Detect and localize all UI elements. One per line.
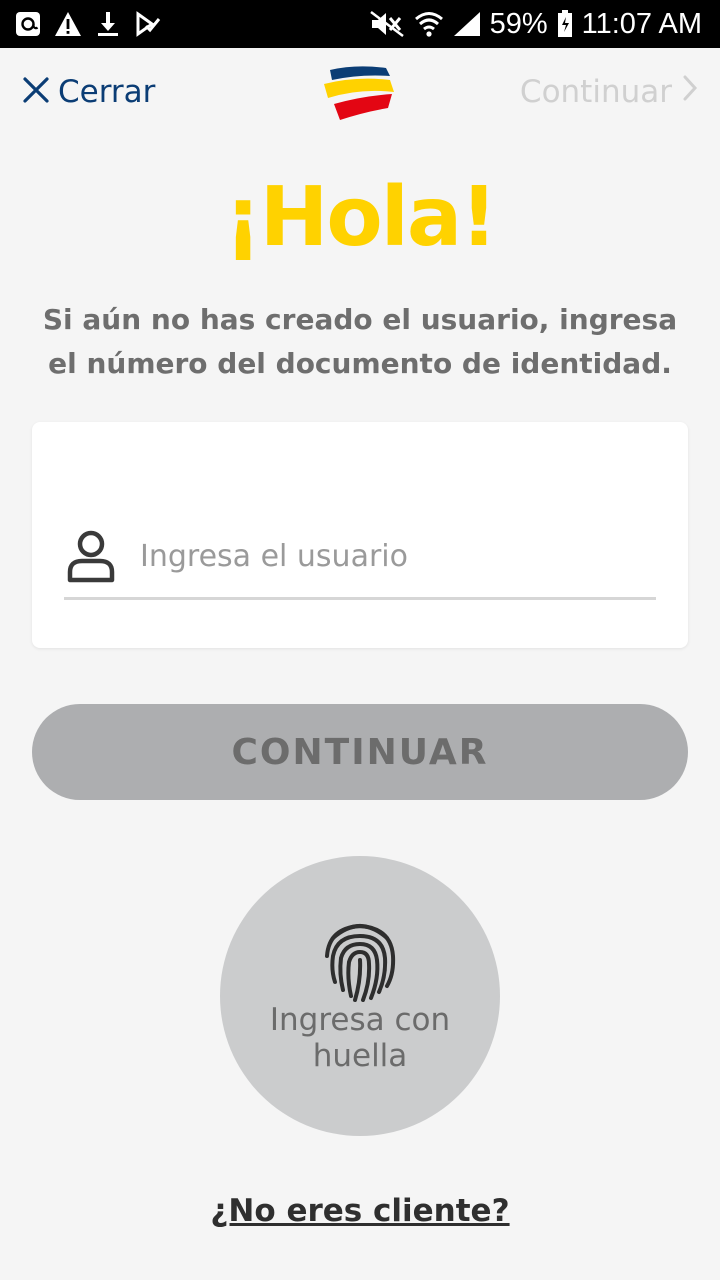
user-icon bbox=[66, 528, 118, 584]
fingerprint-icon bbox=[319, 916, 401, 1002]
wifi-icon bbox=[414, 10, 444, 38]
close-icon bbox=[22, 76, 50, 108]
signal-icon bbox=[452, 10, 482, 38]
greeting-title: ¡Hola! bbox=[224, 170, 497, 265]
close-label: Cerrar bbox=[58, 74, 156, 110]
continue-link[interactable]: Continuar bbox=[520, 72, 698, 112]
not-client-link[interactable]: ¿No eres cliente? bbox=[0, 1193, 720, 1229]
battery-percent: 59% bbox=[489, 7, 548, 40]
status-left-icons bbox=[14, 8, 162, 40]
check-icon bbox=[134, 10, 162, 38]
top-app-bar: Cerrar Continuar bbox=[0, 48, 720, 138]
status-time: 11:07 AM bbox=[581, 7, 702, 40]
continue-link-label: Continuar bbox=[519, 74, 672, 110]
fingerprint-label: Ingresa con huella bbox=[269, 1002, 451, 1074]
status-bar: 59% 11:07 AM bbox=[0, 0, 720, 48]
bank-logo bbox=[320, 62, 400, 122]
at-icon bbox=[14, 10, 42, 38]
chevron-right-icon bbox=[682, 74, 698, 110]
close-button[interactable]: Cerrar bbox=[22, 72, 155, 112]
download-icon bbox=[94, 10, 122, 38]
username-input[interactable] bbox=[140, 539, 620, 574]
instructions-text: Si aún no has creado el usuario, ingresa… bbox=[42, 303, 678, 380]
username-field bbox=[64, 518, 656, 600]
login-card bbox=[32, 422, 688, 648]
continue-button[interactable]: CONTINUAR bbox=[32, 704, 688, 800]
warning-icon bbox=[54, 10, 82, 38]
fingerprint-login-button[interactable]: Ingresa con huella bbox=[220, 856, 500, 1136]
status-right: 59% 11:07 AM bbox=[368, 6, 702, 42]
mute-icon bbox=[368, 10, 406, 38]
battery-icon bbox=[556, 10, 574, 38]
